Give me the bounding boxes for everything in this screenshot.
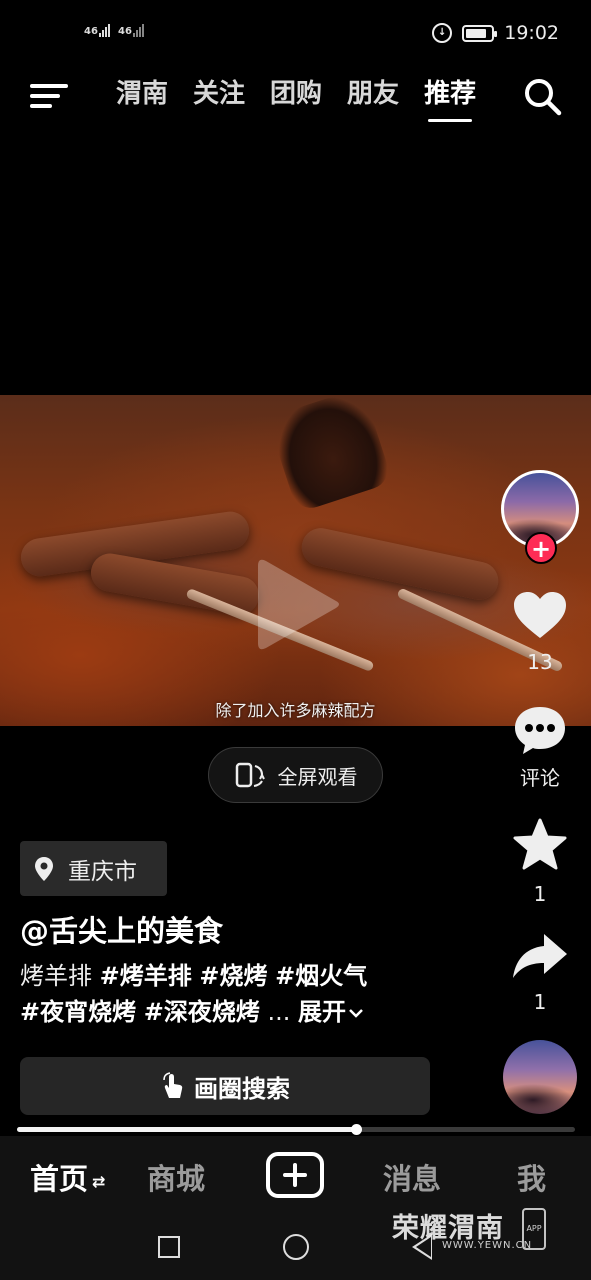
expand-button[interactable]: 展开 bbox=[298, 998, 364, 1026]
hashtag[interactable]: #夜宵烧烤 bbox=[20, 998, 136, 1026]
share-icon bbox=[513, 934, 567, 978]
comment-icon bbox=[515, 707, 565, 754]
follow-button[interactable]: + bbox=[525, 532, 557, 564]
create-post-button[interactable] bbox=[266, 1152, 324, 1198]
top-nav: 渭南 关注 团购 朋友 推荐 bbox=[0, 70, 591, 130]
location-pin-icon bbox=[35, 856, 53, 881]
recent-apps-icon[interactable] bbox=[158, 1236, 180, 1258]
nav-me[interactable]: 我 bbox=[517, 1156, 546, 1198]
progress-handle[interactable] bbox=[350, 1124, 362, 1135]
video-progress-bar[interactable] bbox=[17, 1124, 575, 1135]
tab-group-buy[interactable]: 团购 bbox=[270, 76, 322, 112]
status-right: ↓ 19:02 bbox=[432, 22, 559, 44]
comment-action[interactable]: 评论 bbox=[500, 704, 580, 791]
menu-icon[interactable] bbox=[30, 80, 68, 110]
play-icon[interactable] bbox=[252, 553, 342, 655]
video-frame-brush bbox=[266, 395, 394, 514]
search-icon[interactable] bbox=[522, 76, 562, 116]
fullscreen-label: 全屏观看 bbox=[277, 764, 358, 789]
hashtag[interactable]: #深夜烧烤 bbox=[144, 998, 260, 1026]
sim2-signal: 46 bbox=[118, 24, 145, 37]
tab-recommended[interactable]: 推荐 bbox=[424, 76, 476, 122]
nav-home[interactable]: 首页 ⇄ bbox=[30, 1156, 105, 1198]
nav-messages[interactable]: 消息 bbox=[383, 1156, 441, 1198]
tab-friends[interactable]: 朋友 bbox=[347, 76, 399, 112]
chevron-down-icon bbox=[349, 1009, 363, 1018]
tab-following[interactable]: 关注 bbox=[193, 76, 245, 112]
share-count: 1 bbox=[533, 990, 547, 1014]
description-ellipsis: ... bbox=[267, 998, 291, 1026]
swap-icon: ⇄ bbox=[92, 1171, 106, 1191]
signal-icon bbox=[132, 24, 145, 37]
battery-icon bbox=[462, 24, 498, 42]
post-description: 烤羊排 #烤羊排 #烧烤 #烟火气 #夜宵烧烤 #深夜烧烤 ... 展开 bbox=[20, 958, 480, 1030]
circle-search-label: 画圈搜索 bbox=[194, 1074, 290, 1103]
home-icon[interactable] bbox=[283, 1234, 309, 1260]
expand-label: 展开 bbox=[298, 998, 347, 1026]
favorite-action[interactable]: 1 bbox=[500, 818, 580, 906]
description-text: 烤羊排 bbox=[20, 962, 92, 990]
hand-tap-icon bbox=[163, 1072, 183, 1098]
like-action[interactable]: 13 bbox=[500, 590, 580, 674]
signal-icon bbox=[98, 24, 111, 37]
nav-home-label: 首页 bbox=[30, 1162, 89, 1196]
comment-label: 评论 bbox=[520, 766, 560, 790]
hashtag[interactable]: #烟火气 bbox=[275, 962, 367, 990]
location-tag[interactable]: 重庆市 bbox=[20, 841, 167, 896]
progress-fill bbox=[17, 1127, 356, 1132]
circle-search-button[interactable]: 画圈搜索 bbox=[20, 1057, 430, 1115]
hashtag[interactable]: #烤羊排 bbox=[100, 962, 192, 990]
nav-tabs: 渭南 关注 团购 朋友 推荐 bbox=[116, 76, 476, 122]
nav-mall[interactable]: 商城 bbox=[147, 1156, 205, 1198]
watermark-app-label: APP bbox=[526, 1224, 542, 1233]
clock: 19:02 bbox=[504, 22, 559, 44]
watermark-app-icon: APP bbox=[522, 1208, 546, 1250]
like-count: 13 bbox=[527, 650, 553, 674]
bottom-nav: 首页 ⇄ 商城 消息 我 bbox=[0, 1136, 591, 1216]
watermark-url: WWW.YEWN.CN bbox=[442, 1240, 533, 1251]
share-action[interactable]: 1 bbox=[500, 932, 580, 1014]
music-disc[interactable] bbox=[503, 1040, 577, 1114]
data-saver-icon: ↓ bbox=[432, 23, 453, 43]
sim2-network-label: 46 bbox=[118, 26, 132, 37]
tab-weinan[interactable]: 渭南 bbox=[116, 76, 168, 112]
favorite-count: 1 bbox=[533, 882, 547, 906]
rotate-screen-icon bbox=[235, 762, 265, 788]
location-label: 重庆市 bbox=[68, 858, 137, 885]
sim1-signal: 46 bbox=[84, 24, 111, 37]
heart-icon bbox=[514, 592, 566, 638]
watermark: 荣耀渭南 WWW.YEWN.CN APP bbox=[392, 1206, 562, 1256]
author-name[interactable]: @舌尖上的美食 bbox=[20, 908, 223, 950]
video-player[interactable]: 除了加入许多麻辣配方 bbox=[0, 395, 591, 726]
star-icon bbox=[513, 818, 567, 870]
status-bar: 46 46 ↓ 19:02 bbox=[0, 0, 591, 70]
fullscreen-button[interactable]: 全屏观看 bbox=[208, 747, 383, 803]
sim1-network-label: 46 bbox=[84, 26, 98, 37]
hashtag[interactable]: #烧烤 bbox=[199, 962, 267, 990]
